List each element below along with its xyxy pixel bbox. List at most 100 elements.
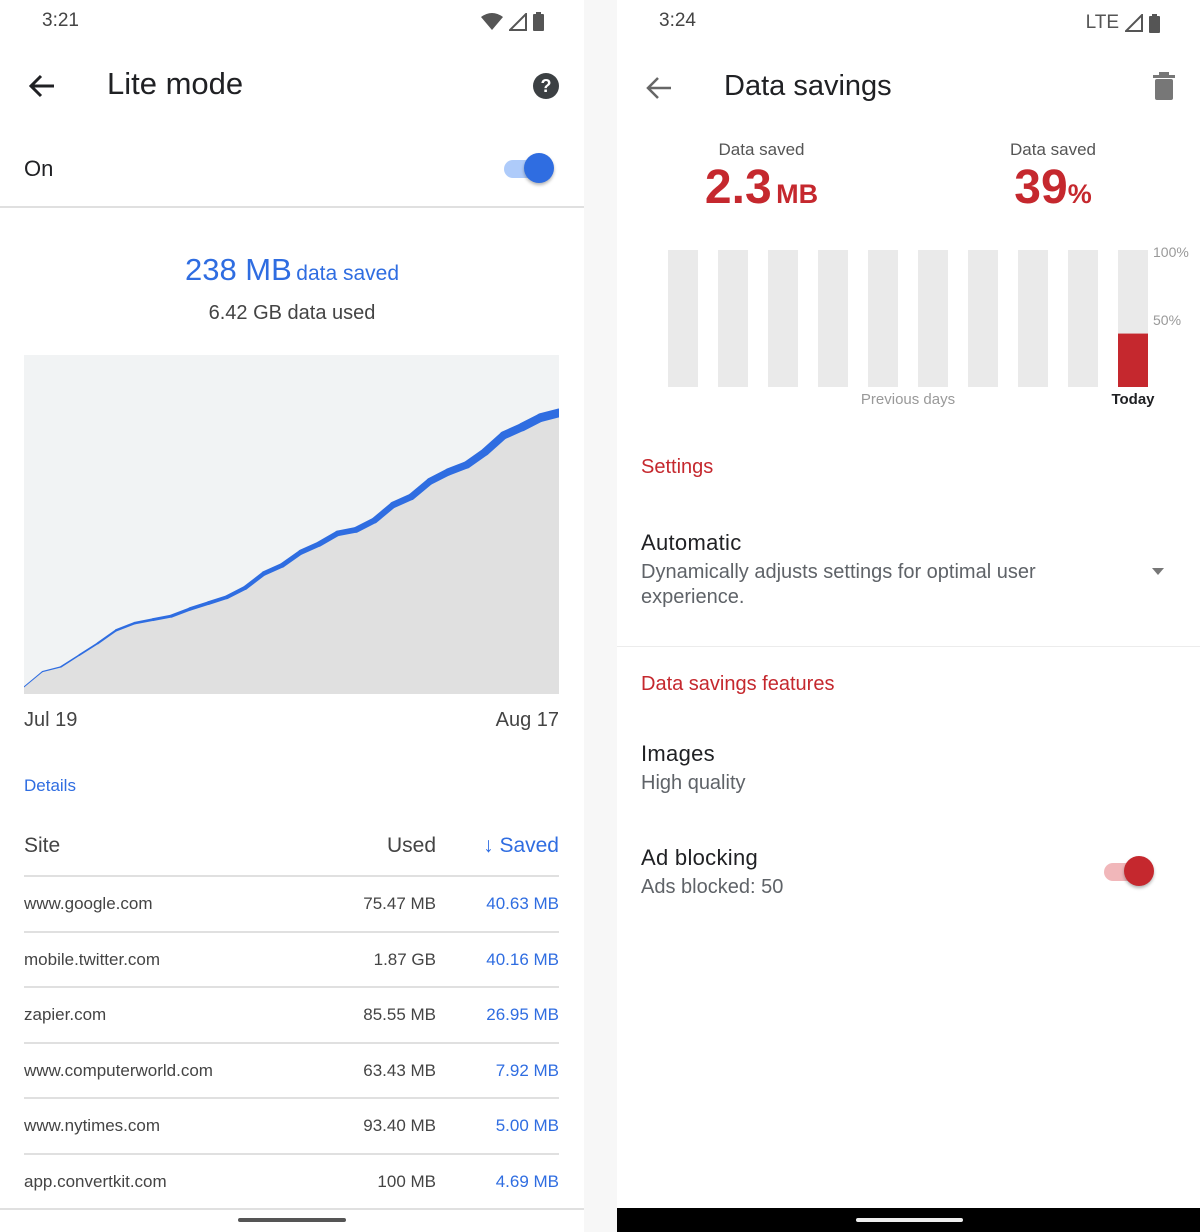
lite-mode-toggle-row[interactable]: On [0, 140, 584, 208]
status-time: 3:21 [42, 10, 79, 31]
automatic-setting[interactable]: Automatic Dynamically adjusts settings f… [641, 530, 1176, 610]
row-saved: 7.92 MB [495, 1060, 559, 1080]
stat-unit: % [1067, 179, 1092, 209]
table-row[interactable]: www.computerworld.com 63.43 MB 7.92 MB [24, 1044, 559, 1100]
navigation-bar [617, 1208, 1200, 1232]
data-used-text: 6.42 GB data used [208, 302, 376, 324]
stat-value: 2.3 [704, 161, 772, 214]
bar-background [668, 250, 698, 387]
x-tick-end: Aug 17 [495, 709, 559, 731]
stat-label: Data saved [718, 140, 805, 159]
line-segment [536, 408, 559, 422]
savings-summary: 238 MB data saved 6.42 GB data used [0, 252, 584, 325]
row-used: 93.40 MB [363, 1116, 436, 1136]
stat-unit: MB [776, 179, 819, 209]
daily-savings-bar-chart: 100% 50% Previous days Today [668, 244, 1189, 408]
row-site: zapier.com [24, 1005, 107, 1025]
setting-title: Automatic [641, 530, 742, 555]
data-savings-screen: 3:24 LTE Data savings Data saved 2.3 MB … [617, 0, 1200, 1232]
bar-background [718, 250, 748, 387]
settings-section-header: Settings [641, 456, 714, 478]
bar-background [1068, 250, 1098, 387]
switch-thumb [524, 153, 554, 183]
table-row[interactable]: mobile.twitter.com 1.87 GB 40.16 MB [24, 933, 559, 989]
status-icons: LTE [1086, 12, 1160, 34]
table-row[interactable]: www.google.com 75.47 MB 40.63 MB [24, 877, 559, 933]
lite-mode-switch[interactable] [504, 152, 554, 186]
column-header-site[interactable]: Site [24, 834, 60, 858]
row-site: www.computerworld.com [24, 1060, 213, 1080]
status-bar: 3:21 [0, 10, 584, 36]
data-saved-mb-stat: Data saved 2.3 MB [679, 140, 844, 215]
savings-line-chart [24, 355, 559, 694]
row-saved: 40.63 MB [486, 894, 559, 913]
x-tick-start: Jul 19 [24, 709, 78, 731]
row-used: 75.47 MB [363, 894, 436, 913]
home-gesture-handle[interactable] [856, 1218, 963, 1222]
row-saved: 4.69 MB [495, 1171, 559, 1191]
table-row[interactable]: www.nytimes.com 93.40 MB 5.00 MB [24, 1099, 559, 1155]
ad-blocking-switch[interactable] [1104, 855, 1154, 889]
bar-background [768, 250, 798, 387]
setting-subtitle: Ads blocked: 50 [641, 876, 784, 898]
row-used: 85.55 MB [363, 1005, 436, 1025]
bar-background [1018, 250, 1048, 387]
signal-icon [1125, 14, 1143, 32]
y-tick-label-50: 50% [1153, 312, 1181, 328]
help-icon[interactable]: ? [532, 72, 560, 100]
home-gesture-handle[interactable] [238, 1218, 346, 1222]
svg-text:?: ? [541, 76, 552, 96]
row-saved: 40.16 MB [486, 949, 559, 969]
divider [617, 646, 1200, 647]
column-header-used[interactable]: Used [387, 834, 436, 858]
table-header: Site Used ↓ Saved [24, 822, 559, 877]
data-saved-percent-stat: Data saved 39% [977, 140, 1129, 215]
setting-title: Ad blocking [641, 845, 759, 870]
table-row[interactable]: app.convertkit.com 100 MB 4.69 MB [24, 1155, 559, 1211]
app-bar: Data savings [617, 60, 1200, 116]
status-icons [481, 12, 544, 31]
row-saved: 5.00 MB [495, 1116, 559, 1136]
bar-background [918, 250, 948, 387]
row-site: www.nytimes.com [24, 1116, 161, 1136]
x-label-today: Today [1111, 391, 1155, 408]
images-setting[interactable]: Images High quality [641, 741, 1176, 796]
bar-background [968, 250, 998, 387]
trash-icon[interactable] [1150, 72, 1178, 100]
arrow-back-icon[interactable] [643, 72, 675, 104]
table-row[interactable]: zapier.com 85.55 MB 26.95 MB [24, 988, 559, 1044]
switch-thumb [1124, 856, 1154, 886]
bar-today [1118, 333, 1148, 387]
features-section-header: Data savings features [641, 673, 835, 695]
battery-icon [1149, 13, 1160, 33]
row-used: 100 MB [377, 1171, 436, 1191]
app-bar: Lite mode ? [0, 60, 584, 116]
row-site: app.convertkit.com [24, 1171, 167, 1191]
column-header-saved[interactable]: ↓ Saved [483, 834, 559, 858]
row-site: www.google.com [24, 894, 153, 913]
bar-background [868, 250, 898, 387]
stat-label: Data saved [1010, 140, 1096, 159]
page-title: Lite mode [107, 66, 244, 101]
dropdown-arrow-icon[interactable] [1152, 568, 1164, 575]
details-link[interactable]: Details [24, 776, 76, 796]
setting-subtitle: Dynamically adjusts settings for optimal… [641, 561, 1036, 608]
row-used: 1.87 GB [373, 949, 436, 969]
page-title: Data savings [724, 70, 892, 102]
status-bar: 3:24 LTE [617, 10, 1200, 36]
sites-table: Site Used ↓ Saved www.google.com 75.47 M… [24, 822, 559, 1211]
stat-value: 39 [1014, 161, 1068, 214]
arrow-back-icon[interactable] [26, 70, 58, 102]
network-type: LTE [1085, 12, 1119, 33]
status-time: 3:24 [659, 10, 696, 31]
lite-mode-screen: 3:21 Lite mode ? On 238 MB data saved 6.… [0, 0, 584, 1232]
row-site: mobile.twitter.com [24, 949, 161, 969]
ad-blocking-setting[interactable]: Ad blocking Ads blocked: 50 [641, 845, 1176, 900]
bar-background [818, 250, 848, 387]
toggle-label: On [24, 156, 54, 181]
data-saved-value: 238 MB [184, 252, 292, 287]
battery-icon [533, 12, 544, 31]
wifi-icon [481, 12, 503, 30]
row-saved: 26.95 MB [486, 1005, 559, 1025]
data-saved-label: data saved [296, 262, 400, 285]
